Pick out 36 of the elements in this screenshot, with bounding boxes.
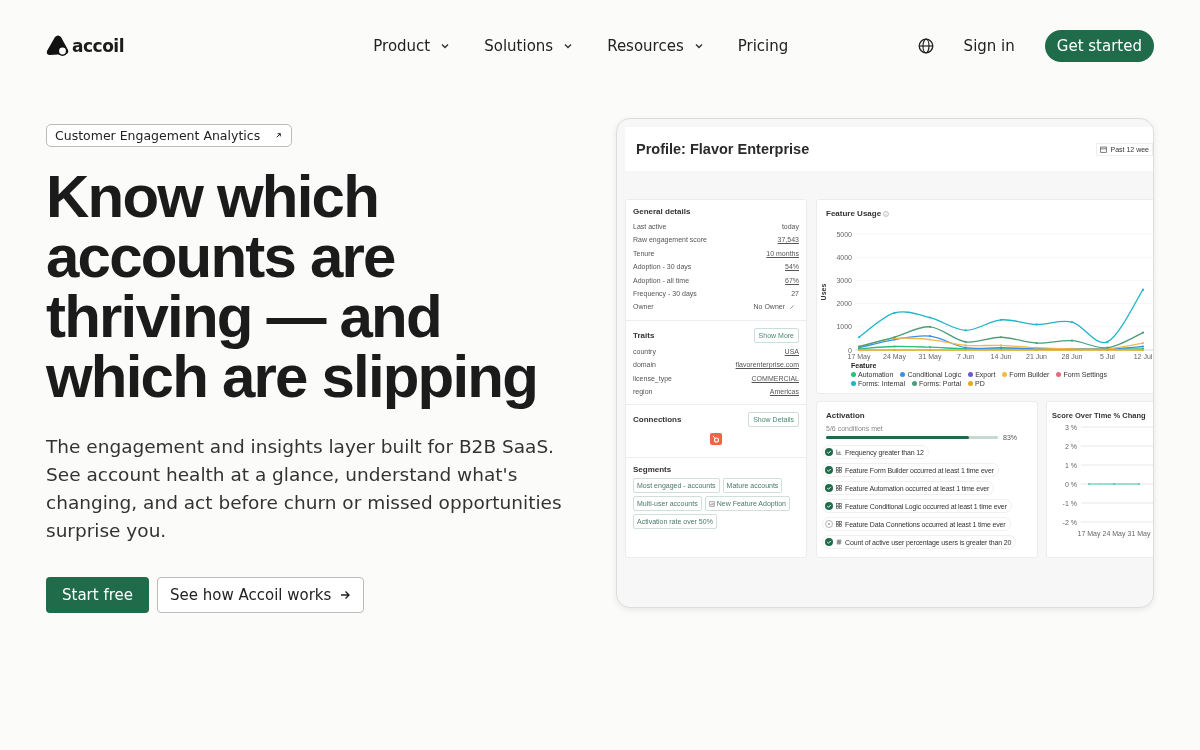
nav-link[interactable]: Resources — [607, 37, 704, 55]
chart-icon — [708, 500, 715, 507]
brand-name[interactable]: accoil — [72, 36, 124, 56]
nav-link[interactable]: Product — [373, 37, 451, 55]
hash-icon — [836, 539, 842, 545]
caret-icon[interactable] — [440, 41, 451, 51]
section-title: Traits — [633, 330, 655, 340]
card-title: Activation — [825, 410, 866, 420]
caret-icon[interactable] — [693, 41, 704, 51]
globe-icon[interactable] — [917, 38, 934, 54]
caret-icon[interactable] — [563, 41, 574, 51]
calendar-icon — [1100, 145, 1108, 153]
arrow-icon[interactable] — [339, 589, 352, 601]
grid-icon — [836, 467, 842, 473]
profile-title: Profile: Flavor Enterprise — [636, 141, 810, 157]
section-title: Connections — [633, 415, 682, 425]
sign-in-link[interactable]: Sign in — [963, 37, 1015, 55]
logo-icon[interactable] — [46, 34, 70, 58]
grid-icon — [836, 521, 842, 527]
get-started-button[interactable]: Get started — [1044, 30, 1154, 62]
category-badge[interactable]: Customer Engagement Analytics — [46, 124, 293, 147]
start-free-button[interactable]: Start free — [46, 577, 149, 613]
grid-icon — [836, 503, 842, 509]
nav-link[interactable]: Solutions — [484, 37, 574, 55]
section-title: General details — [633, 207, 692, 216]
nav-link[interactable]: Pricing — [737, 37, 789, 55]
see-how-button[interactable]: See how Accoil works — [157, 577, 365, 613]
external-link-icon[interactable] — [274, 131, 284, 140]
section-title: Segments — [633, 465, 673, 475]
edit-icon[interactable] — [789, 304, 795, 311]
grid-icon — [836, 485, 842, 491]
headline: Know which accounts are thriving — and which are slipping — [46, 167, 539, 407]
hero-description: The engagement and insights layer built for B2B SaaS. See account health at a glance, understand what's changing, and act before churn or missed opportunities surprise you. — [46, 435, 563, 543]
integration-icon[interactable] — [710, 433, 722, 446]
chart-icon — [836, 449, 842, 455]
card-title: Feature Usage — [826, 209, 882, 218]
